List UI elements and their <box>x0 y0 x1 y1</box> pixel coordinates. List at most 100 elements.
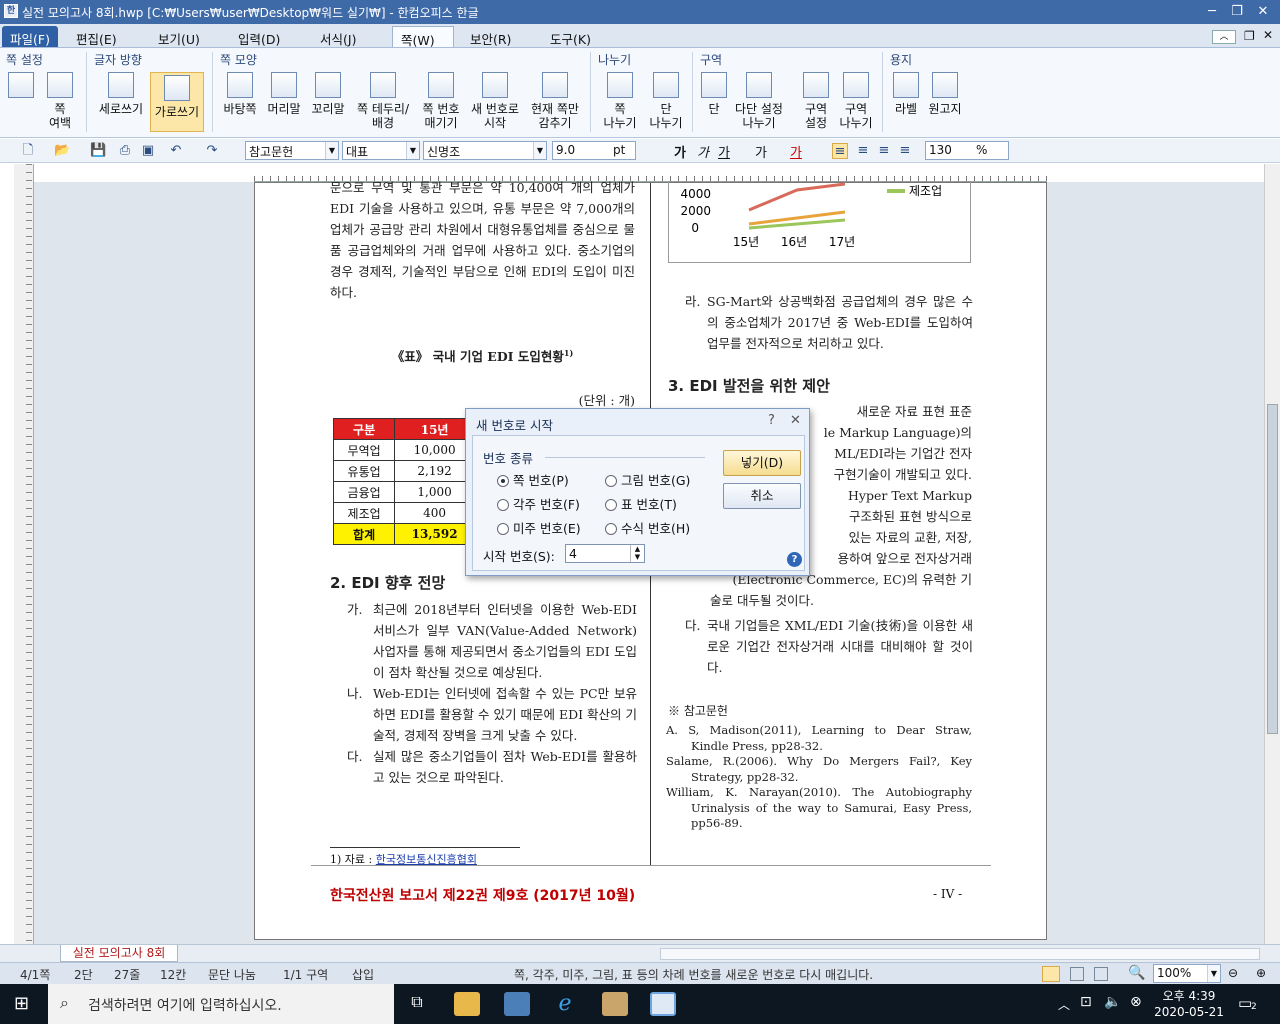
footnote-link[interactable]: 한국정보통신진흥협회 <box>376 853 477 866</box>
document-tab[interactable]: 실전 모의고사 8회 <box>60 945 178 962</box>
radio-endnote-number[interactable]: 미주 번호(E) <box>497 518 581 537</box>
zoom-out-icon[interactable]: ⊖ <box>1228 966 1238 980</box>
maximize-button[interactable]: ❐ <box>1226 3 1248 21</box>
scroll-thumb[interactable] <box>1267 404 1278 734</box>
cancel-button[interactable]: 취소 <box>723 483 801 509</box>
tray-status-icon[interactable]: ⊗ <box>1130 994 1142 1010</box>
align-center-icon[interactable]: ≡ <box>876 143 892 159</box>
menu-format[interactable]: 서식(J) <box>312 26 364 47</box>
menu-view[interactable]: 보기(U) <box>150 26 208 47</box>
new-document-icon[interactable]: 🗋 <box>20 143 36 159</box>
section-setting-button[interactable]: 구역 설정 <box>798 72 834 130</box>
paint-icon[interactable] <box>602 992 628 1016</box>
taskbar-search-box[interactable]: ⌕ 검색하려면 여기에 입력하십시오. <box>48 984 394 1024</box>
menu-insert[interactable]: 입력(D) <box>230 26 288 47</box>
taskbar-date[interactable]: 2020-05-21 <box>1152 1005 1226 1019</box>
font-color-button[interactable]: 가 <box>790 142 802 161</box>
help-circle-icon[interactable]: ? <box>787 552 802 567</box>
manuscript-button[interactable]: 원고지 <box>924 72 966 116</box>
menu-file[interactable]: 파일(F) <box>2 26 58 47</box>
align-justify-icon[interactable]: ≡ <box>832 143 848 159</box>
menu-edit[interactable]: 편집(E) <box>68 26 125 47</box>
close-icon[interactable]: ✕ <box>790 413 801 428</box>
new-number-button[interactable]: 새 번호로 시작 <box>468 72 522 130</box>
tray-chevron-icon[interactable]: ︿ <box>1058 996 1070 1013</box>
line-spacing-combo[interactable]: 130% <box>925 141 1009 160</box>
margin-button[interactable]: 쪽 여백 <box>40 72 80 130</box>
columns-button[interactable]: 단 <box>700 72 728 116</box>
zoom-in-icon[interactable]: ⊕ <box>1256 966 1266 980</box>
vertical-scrollbar[interactable] <box>1264 164 1280 944</box>
menu-restore-icon[interactable]: ❐ <box>1244 29 1255 43</box>
header-button[interactable]: 머리말 <box>264 72 304 116</box>
windows-start-icon[interactable]: ⊞ <box>14 994 34 1014</box>
column-break-button[interactable]: 단 나누기 <box>644 72 688 130</box>
task-view-icon[interactable]: ⧉ <box>404 992 430 1016</box>
footer-button[interactable]: 꼬리말 <box>308 72 348 116</box>
close-window-button[interactable]: ✕ <box>1252 3 1274 21</box>
internet-explorer-icon[interactable]: ℯ <box>552 992 578 1016</box>
menu-page[interactable]: 쪽(W) <box>392 26 454 48</box>
undo-icon[interactable]: ↶ <box>168 143 184 159</box>
menu-tools[interactable]: 도구(K) <box>542 26 599 47</box>
strike-button[interactable]: 가 <box>755 142 767 161</box>
taskbar-time[interactable]: 오후 4:39 <box>1152 987 1226 1004</box>
app-icon[interactable] <box>504 992 530 1016</box>
ribbon-collapse-icon[interactable]: ︿ <box>1212 30 1236 44</box>
horizontal-writing-button[interactable]: 가로쓰기 <box>150 72 204 132</box>
network-icon[interactable]: ⊡ <box>1080 994 1092 1010</box>
view-page-icon[interactable] <box>1042 966 1060 982</box>
hide-page-button[interactable]: 현재 쪽만 감추기 <box>526 72 584 130</box>
page-setup-button[interactable] <box>6 72 36 102</box>
menu-close-icon[interactable]: ✕ <box>1263 28 1273 42</box>
bold-button[interactable]: 가 <box>674 142 686 161</box>
file-explorer-icon[interactable] <box>454 992 480 1016</box>
zoom-combo[interactable]: 100% ▼ <box>1153 964 1221 983</box>
font-size-combo[interactable]: 9.0 pt <box>552 141 636 160</box>
align-left-icon[interactable]: ≡ <box>855 143 871 159</box>
page-break-button[interactable]: 쪽 나누기 <box>598 72 642 130</box>
start-number-input[interactable]: 4 ▲ ▼ <box>565 544 645 563</box>
zoom-icon[interactable]: 🔍 <box>1128 965 1145 981</box>
save-icon[interactable]: 💾 <box>90 143 106 159</box>
radio-figure-number[interactable]: 그림 번호(G) <box>605 470 690 489</box>
spinner-icon[interactable]: ▲ ▼ <box>630 545 644 562</box>
italic-button[interactable]: 가 <box>697 142 709 161</box>
section-break-button[interactable]: 구역 나누기 <box>836 72 876 130</box>
radio-table-number[interactable]: 표 번호(T) <box>605 494 677 513</box>
insert-button[interactable]: 넣기(D) <box>723 450 801 476</box>
legend-label: 제조업 <box>909 184 942 198</box>
radio-equation-number[interactable]: 수식 번호(H) <box>605 518 690 537</box>
preview-icon[interactable]: ▣ <box>140 143 156 159</box>
font-kind-combo[interactable]: 대표 ▼ <box>342 141 420 160</box>
radio-footnote-number[interactable]: 각주 번호(F) <box>497 494 580 513</box>
view-web-icon[interactable] <box>1070 967 1084 981</box>
background-page-button[interactable]: 바탕쪽 <box>220 72 260 116</box>
align-right-icon[interactable]: ≡ <box>897 143 913 159</box>
underline-button[interactable]: 가 <box>718 142 730 161</box>
style-combo[interactable]: 참고문헌 ▼ <box>245 141 339 160</box>
radio-page-number[interactable]: 쪽 번호(P) <box>497 470 569 489</box>
horizontal-scrollbar[interactable] <box>660 948 1260 960</box>
redo-icon[interactable]: ↷ <box>204 143 220 159</box>
open-folder-icon[interactable]: 📂 <box>54 143 70 159</box>
hwp-taskbar-icon[interactable] <box>650 992 676 1016</box>
multi-column-button[interactable]: 다단 설정 나누기 <box>730 72 788 130</box>
vertical-ruler[interactable] <box>14 164 34 944</box>
hide-page-icon <box>542 72 568 98</box>
menu-security[interactable]: 보안(R) <box>462 26 519 47</box>
page-number-button[interactable]: 쪽 번호 매기기 <box>416 72 466 130</box>
print-icon[interactable]: ⎙ <box>117 143 133 159</box>
font-combo[interactable]: 신명조 ▼ <box>423 141 547 160</box>
help-icon[interactable]: ? <box>768 413 775 428</box>
footer-page-number: - IV - <box>933 887 963 901</box>
table-total-cell: 13,592 <box>394 523 475 545</box>
minimize-button[interactable]: ─ <box>1201 3 1223 21</box>
view-outline-icon[interactable] <box>1094 967 1108 981</box>
page-border-button[interactable]: 쪽 테두리/ 배경 <box>352 72 414 130</box>
vertical-writing-button[interactable]: 세로쓰기 <box>94 72 148 116</box>
footer-title: 한국전산원 보고서 제22권 제9호 (2017년 10월) <box>330 888 636 904</box>
status-mode[interactable]: 삽입 <box>352 966 374 983</box>
label-button[interactable]: 라벨 <box>890 72 922 116</box>
volume-icon[interactable]: 🔈 <box>1104 994 1121 1010</box>
